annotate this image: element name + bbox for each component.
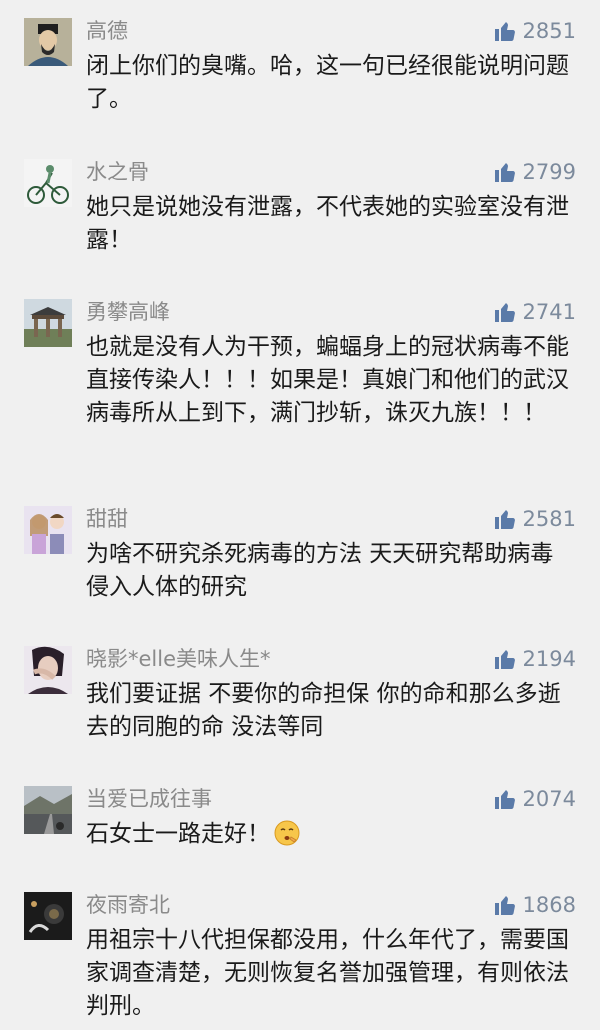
comment-item: 水之骨 2799 她只是说她没有泄露，不代表她的实验室没有泄露！ [0, 157, 600, 267]
anime-couple-avatar-icon[interactable] [24, 506, 72, 554]
like-button[interactable]: 2851 [493, 16, 576, 46]
woman-avatar-icon[interactable] [24, 646, 72, 694]
comment-item: 晓影*elle美味人生* 2194 我们要证据 不要你的命担保 你的命和那么多逝… [0, 644, 600, 754]
gate-avatar-icon[interactable] [24, 299, 72, 347]
comment-text-container: 石女士一路走好！ [86, 818, 576, 851]
comment-list: 高德 2851 闭上你们的臭嘴。哈，这一句已经很能说明问题了。 水之骨 2799… [0, 0, 600, 1030]
thumbs-up-icon [494, 163, 515, 182]
comment-text: 我们要证据 不要你的命担保 你的命和那么多逝去的同胞的命 没法等同 [86, 681, 561, 740]
like-count: 1868 [522, 893, 576, 917]
comment-username[interactable]: 勇攀高峰 [86, 297, 170, 327]
thumbs-up-icon [494, 896, 515, 915]
comment-item: 高德 2851 闭上你们的臭嘴。哈，这一句已经很能说明问题了。 [0, 16, 600, 126]
cyclist-avatar-icon[interactable] [24, 159, 72, 207]
like-button[interactable]: 1868 [493, 890, 576, 920]
like-count: 2741 [522, 300, 576, 324]
comment-username[interactable]: 夜雨寄北 [86, 890, 170, 920]
like-button[interactable]: 2194 [493, 644, 576, 674]
comment-text: 闭上你们的臭嘴。哈，这一句已经很能说明问题了。 [86, 53, 569, 112]
like-count: 2074 [522, 787, 576, 811]
road-avatar-icon[interactable] [24, 786, 72, 834]
comment-username[interactable]: 水之骨 [86, 157, 149, 187]
comment-username[interactable]: 当爱已成往事 [86, 784, 212, 814]
like-button[interactable]: 2799 [493, 157, 576, 187]
thumbs-up-icon [494, 303, 515, 322]
like-count: 2851 [522, 19, 576, 43]
portrait-avatar-icon[interactable] [24, 18, 72, 66]
thumbs-up-icon [494, 510, 515, 529]
thumbs-up-icon [494, 790, 515, 809]
like-count: 2194 [522, 647, 576, 671]
thumbs-up-icon [494, 22, 515, 41]
comment-item: 甜甜 2581 为啥不研究杀死病毒的方法 天天研究帮助病毒侵入人体的研究 [0, 504, 600, 614]
comment-item: 夜雨寄北 1868 用祖宗十八代担保都没用，什么年代了，需要国家调查清楚，无则恢… [0, 890, 600, 1030]
dark-photo-avatar-icon[interactable] [24, 892, 72, 940]
comment-item: 当爱已成往事 2074 石女士一路走好！ [0, 784, 600, 864]
comment-text: 也就是没有人为干预，蝙蝠身上的冠状病毒不能直接传染人！！！如果是！真娘门和他们的… [86, 334, 569, 426]
comment-username[interactable]: 晓影*elle美味人生* [86, 644, 271, 674]
like-count: 2581 [522, 507, 576, 531]
hushed-face-emoji-icon [274, 820, 300, 846]
comment-text: 用祖宗十八代担保都没用，什么年代了，需要国家调查清楚，无则恢复名誉加强管理，有则… [86, 927, 569, 1019]
comment-text: 她只是说她没有泄露，不代表她的实验室没有泄露！ [86, 194, 569, 253]
comment-username[interactable]: 高德 [86, 16, 128, 46]
comment-text: 为啥不研究杀死病毒的方法 天天研究帮助病毒侵入人体的研究 [86, 541, 554, 600]
like-button[interactable]: 2074 [493, 784, 576, 814]
thumbs-up-icon [494, 650, 515, 669]
comment-username[interactable]: 甜甜 [86, 504, 128, 534]
like-button[interactable]: 2741 [493, 297, 576, 327]
like-count: 2799 [522, 160, 576, 184]
like-button[interactable]: 2581 [493, 504, 576, 534]
comment-text: 石女士一路走好！ [86, 821, 270, 847]
comment-item: 勇攀高峰 2741 也就是没有人为干预，蝙蝠身上的冠状病毒不能直接传染人！！！如… [0, 297, 600, 477]
